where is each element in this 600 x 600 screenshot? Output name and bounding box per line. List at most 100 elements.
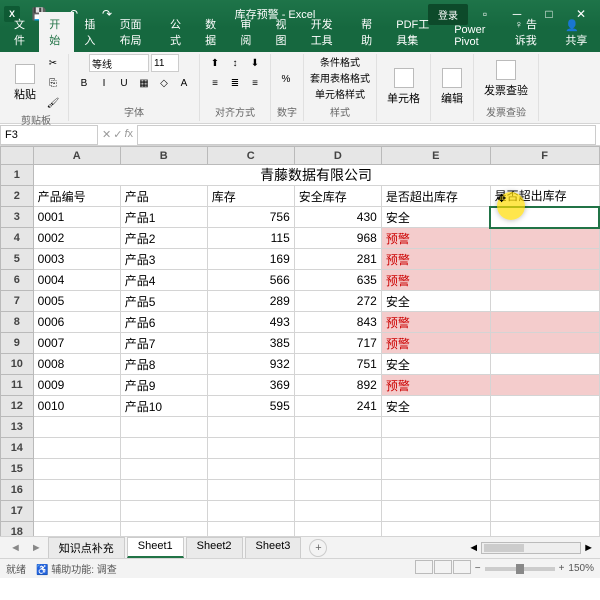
cell[interactable]: 产品1 (120, 207, 207, 228)
cell[interactable]: 产品4 (120, 270, 207, 291)
zoom-slider[interactable] (485, 567, 555, 571)
cell[interactable] (381, 438, 490, 459)
font-ctrl-2[interactable]: U (115, 74, 133, 92)
paste-button[interactable]: 粘贴 (10, 62, 40, 104)
cell[interactable] (33, 480, 120, 501)
ribbon-tab-0[interactable]: 文件 (4, 12, 39, 52)
cell[interactable]: 169 (207, 249, 294, 270)
font-size-select[interactable] (151, 54, 179, 72)
cell[interactable]: 0010 (33, 396, 120, 417)
row-header-3[interactable]: 3 (1, 207, 34, 228)
col-header-A[interactable]: A (33, 147, 120, 165)
cell[interactable] (294, 480, 381, 501)
add-sheet-button[interactable]: + (309, 539, 327, 557)
col-header-E[interactable]: E (381, 147, 490, 165)
cell[interactable] (490, 501, 599, 522)
cell[interactable] (381, 417, 490, 438)
cell[interactable]: 566 (207, 270, 294, 291)
row-header-5[interactable]: 5 (1, 249, 34, 270)
col-header-F[interactable]: F (490, 147, 599, 165)
font-ctrl-3[interactable]: ▦ (135, 74, 153, 92)
format-table-button[interactable]: 套用表格格式 (310, 70, 370, 85)
zoom-level[interactable]: 150% (568, 563, 594, 574)
align-top-icon[interactable]: ⬆ (206, 54, 224, 72)
ribbon-tab-5[interactable]: 数据 (195, 12, 230, 52)
cell[interactable]: 预警 (381, 312, 490, 333)
cell[interactable] (120, 522, 207, 537)
zoom-out-icon[interactable]: − (475, 563, 481, 574)
cell[interactable]: 0006 (33, 312, 120, 333)
cell[interactable] (381, 522, 490, 537)
cell[interactable]: 安全 (381, 354, 490, 375)
cell[interactable] (120, 459, 207, 480)
cell[interactable] (207, 417, 294, 438)
row-header-15[interactable]: 15 (1, 459, 34, 480)
zoom-in-icon[interactable]: + (559, 563, 565, 574)
cell[interactable] (490, 459, 599, 480)
cell[interactable] (294, 438, 381, 459)
row-header-13[interactable]: 13 (1, 417, 34, 438)
cell[interactable]: 安全 (381, 291, 490, 312)
cell[interactable] (120, 417, 207, 438)
cell[interactable] (490, 438, 599, 459)
cell[interactable] (294, 459, 381, 480)
share-button[interactable]: 👤共享 (555, 15, 600, 52)
accept-formula-icon[interactable]: ✓ (113, 128, 122, 141)
format-painter-icon[interactable]: 🖌 (44, 94, 62, 112)
header-cell[interactable]: 产品 (120, 186, 207, 207)
cell[interactable]: 0001 (33, 207, 120, 228)
cell[interactable] (33, 522, 120, 537)
align-mid-icon[interactable]: ↕ (226, 54, 244, 72)
ribbon-tab-2[interactable]: 插入 (74, 12, 109, 52)
cell[interactable]: 产品10 (120, 396, 207, 417)
row-header-12[interactable]: 12 (1, 396, 34, 417)
cell[interactable]: 0002 (33, 228, 120, 249)
cell[interactable]: 0005 (33, 291, 120, 312)
cell[interactable] (33, 501, 120, 522)
cell[interactable]: 272 (294, 291, 381, 312)
cell[interactable]: 281 (294, 249, 381, 270)
align-right-icon[interactable]: ≡ (246, 74, 264, 92)
header-cell[interactable]: 是否超出库存 (490, 186, 599, 207)
cell[interactable] (490, 354, 599, 375)
copy-icon[interactable]: ⎘ (44, 74, 62, 92)
cell[interactable] (490, 312, 599, 333)
cell[interactable]: 预警 (381, 375, 490, 396)
cell[interactable] (490, 228, 599, 249)
cell[interactable]: 安全 (381, 396, 490, 417)
cell[interactable] (120, 480, 207, 501)
cell[interactable] (207, 522, 294, 537)
row-header-14[interactable]: 14 (1, 438, 34, 459)
header-cell[interactable]: 是否超出库存 (381, 186, 490, 207)
row-header-16[interactable]: 16 (1, 480, 34, 501)
cell[interactable]: 635 (294, 270, 381, 291)
row-header-4[interactable]: 4 (1, 228, 34, 249)
merged-title-cell[interactable]: 青藤数据有限公司 (33, 165, 599, 186)
cell[interactable] (490, 333, 599, 354)
font-ctrl-0[interactable]: B (75, 74, 93, 92)
row-header-6[interactable]: 6 (1, 270, 34, 291)
header-cell[interactable]: 库存 (207, 186, 294, 207)
conditional-format-button[interactable]: 条件格式 (320, 54, 360, 69)
cell[interactable]: 717 (294, 333, 381, 354)
editing-button[interactable]: 编辑 (437, 66, 467, 108)
cell[interactable]: 932 (207, 354, 294, 375)
cell[interactable] (207, 438, 294, 459)
cell[interactable] (294, 522, 381, 537)
cell[interactable]: 产品7 (120, 333, 207, 354)
cell[interactable]: 预警 (381, 228, 490, 249)
cell[interactable]: 241 (294, 396, 381, 417)
cut-icon[interactable]: ✂ (44, 54, 62, 72)
col-header-D[interactable]: D (294, 147, 381, 165)
formula-bar[interactable] (137, 125, 596, 145)
col-header-C[interactable]: C (207, 147, 294, 165)
invoice-button[interactable]: 发票查验 (480, 58, 532, 100)
cell[interactable] (381, 501, 490, 522)
cell[interactable] (294, 501, 381, 522)
sheet-tab-2[interactable]: Sheet2 (186, 537, 243, 558)
name-box[interactable]: F3 (0, 125, 98, 145)
cell[interactable] (294, 417, 381, 438)
col-header-B[interactable]: B (120, 147, 207, 165)
font-ctrl-4[interactable]: ◇ (155, 74, 173, 92)
cell[interactable] (490, 396, 599, 417)
